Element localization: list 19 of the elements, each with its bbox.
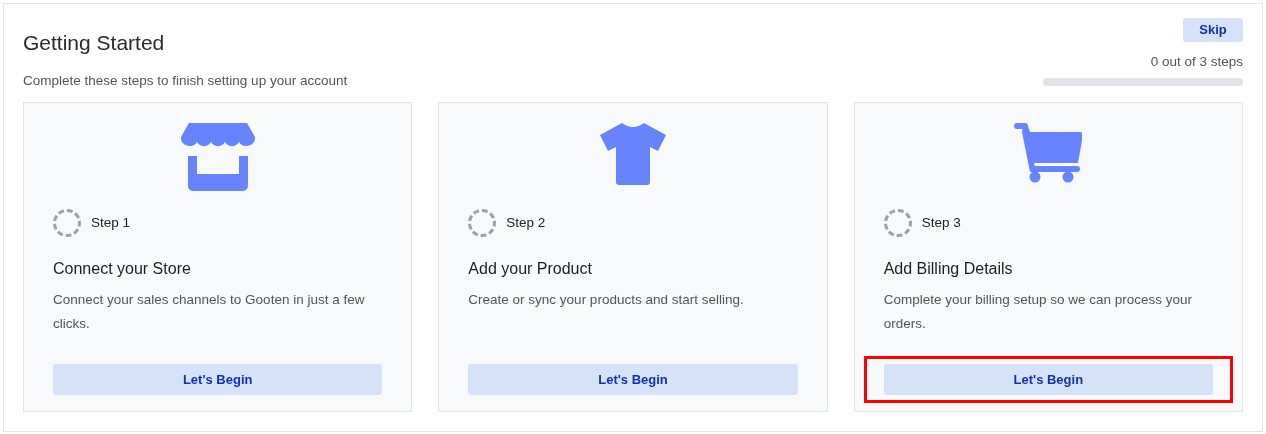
begin-button[interactable]: Let's Begin (53, 364, 383, 395)
page-title: Getting Started (23, 30, 166, 56)
step-title: Add Billing Details (883, 259, 1014, 279)
step-description: Create or sync your products and start selling. (468, 291, 745, 309)
step-label: Step 3 (921, 213, 961, 232)
step-label: Step 2 (506, 213, 546, 232)
begin-button[interactable]: Let's Begin (883, 364, 1213, 395)
step-description: Complete your billing setup so we can process your orders. (883, 291, 1194, 333)
begin-button[interactable]: Let's Begin (468, 364, 798, 395)
step-description: Connect your sales channels to Gooten in just a few clicks. (53, 291, 366, 333)
progress-label: 0 out of 3 steps (1150, 53, 1243, 71)
store-icon (180, 123, 255, 191)
step-title: Add your Product (468, 259, 593, 279)
page-subtitle: Complete these steps to finish setting up your account (23, 72, 348, 90)
skip-button[interactable]: Skip (1183, 18, 1243, 42)
step-label: Step 1 (91, 213, 131, 232)
cart-icon (1014, 123, 1083, 183)
shirt-icon (600, 123, 666, 185)
step-title: Connect your Store (53, 259, 192, 279)
